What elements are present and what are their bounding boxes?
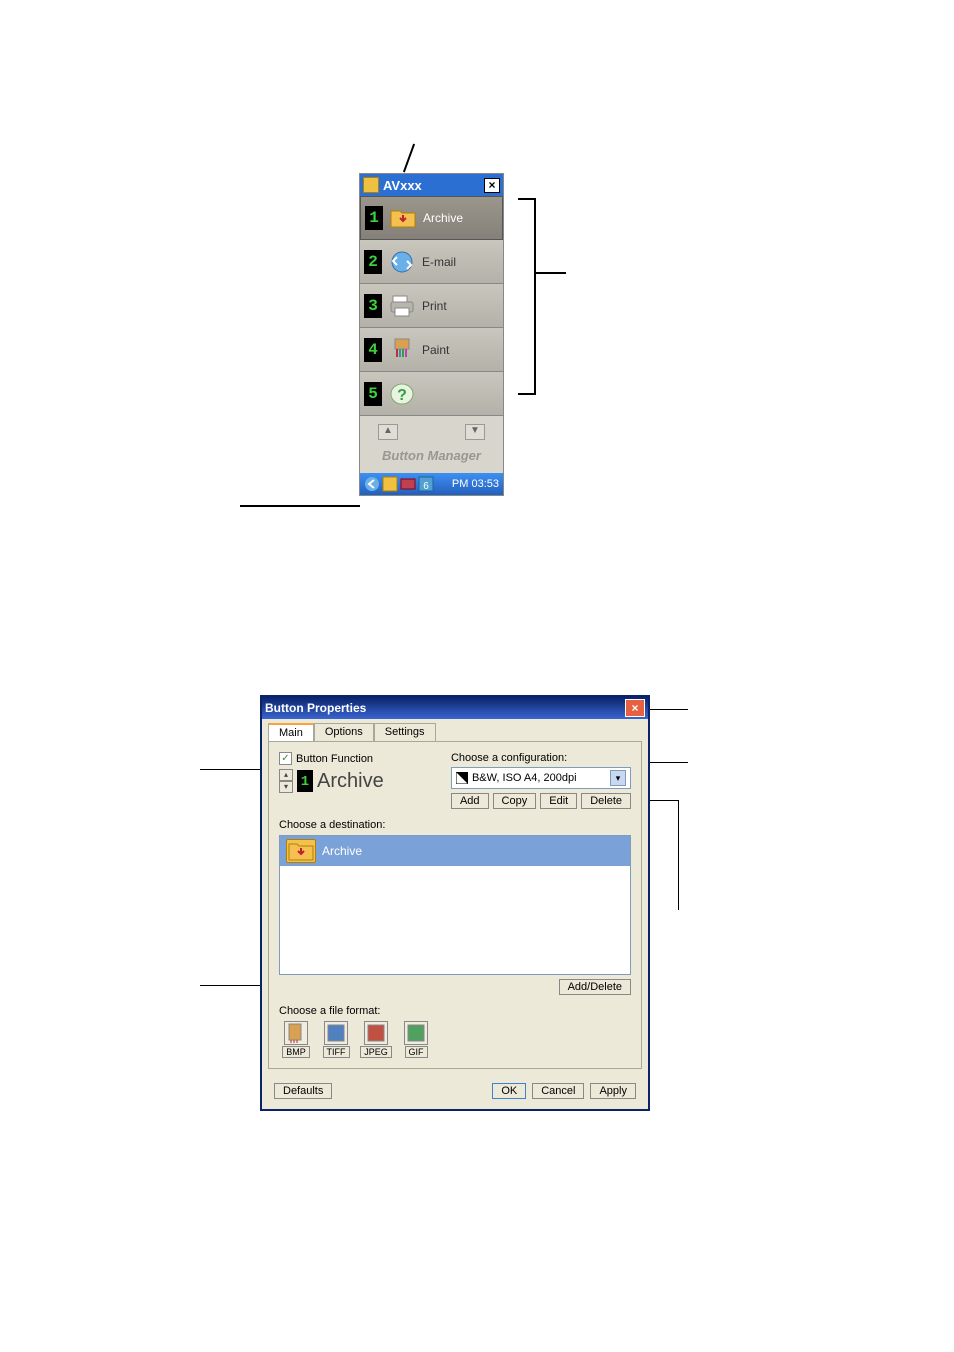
button-manager-label: Button Manager	[368, 448, 495, 463]
jpeg-icon	[364, 1021, 388, 1045]
button-label-print: Print	[422, 299, 447, 313]
format-tiff[interactable]: TIFF	[319, 1021, 353, 1058]
svg-text:?: ?	[397, 387, 407, 404]
button-row-paint[interactable]: 4 Paint	[360, 328, 503, 372]
config-value: B&W, ISO A4, 200dpi	[472, 772, 577, 784]
destination-label: Choose a destination:	[279, 819, 631, 831]
folder-down-icon	[286, 839, 316, 863]
dialog-footer: Defaults OK Cancel Apply	[262, 1075, 648, 1109]
taskbar-icon-4[interactable]: 6	[418, 476, 434, 492]
dropdown-arrow-icon: ▾	[610, 770, 626, 786]
function-number-icon: 1	[297, 770, 313, 792]
copy-button[interactable]: Copy	[493, 793, 537, 809]
button-number-3: 3	[364, 294, 382, 318]
taskbar-icon-1[interactable]	[364, 476, 380, 492]
button-row-print[interactable]: 3 Print	[360, 284, 503, 328]
gif-icon	[404, 1021, 428, 1045]
edit-button[interactable]: Edit	[540, 793, 577, 809]
button-number-5: 5	[364, 382, 382, 406]
bmp-icon	[284, 1021, 308, 1045]
destination-list[interactable]: Archive	[279, 835, 631, 975]
format-jpeg[interactable]: JPEG	[359, 1021, 393, 1058]
folder-down-icon	[389, 204, 417, 232]
destination-item-archive[interactable]: Archive	[280, 836, 630, 866]
svg-text:6: 6	[423, 481, 429, 492]
tab-main[interactable]: Main	[268, 723, 314, 741]
format-gif[interactable]: GIF	[399, 1021, 433, 1058]
tiff-icon	[324, 1021, 348, 1045]
destination-item-label: Archive	[322, 844, 362, 858]
button-properties-dialog: Button Properties × Main Options Setting…	[260, 695, 650, 1111]
printer-icon	[388, 292, 416, 320]
tab-options[interactable]: Options	[314, 723, 374, 741]
taskbar: 6 PM 03:53	[360, 473, 503, 495]
function-name: Archive	[317, 770, 384, 793]
button-function-label: Button Function	[296, 753, 373, 765]
delete-button[interactable]: Delete	[581, 793, 631, 809]
button-number-2: 2	[364, 250, 382, 274]
taskbar-icon-2[interactable]	[382, 476, 398, 492]
close-button[interactable]: ×	[625, 699, 645, 717]
taskbar-icon-3[interactable]	[400, 476, 416, 492]
down-button[interactable]: ▼	[465, 424, 485, 440]
button-number-4: 4	[364, 338, 382, 362]
button-function-checkbox[interactable]: ✓	[279, 752, 292, 765]
mail-icon	[388, 248, 416, 276]
brush-icon	[388, 336, 416, 364]
tab-settings[interactable]: Settings	[374, 723, 436, 741]
panel-titlebar: AVxxx ×	[360, 174, 503, 196]
app-icon	[363, 177, 379, 193]
tab-content: ✓ Button Function ▴ ▾ 1 Archive Choose a…	[268, 741, 642, 1069]
dialog-titlebar: Button Properties ×	[262, 697, 648, 719]
button-row-email[interactable]: 2 E-mail	[360, 240, 503, 284]
add-button[interactable]: Add	[451, 793, 489, 809]
config-dropdown[interactable]: B&W, ISO A4, 200dpi ▾	[451, 767, 631, 789]
up-button[interactable]: ▲	[378, 424, 398, 440]
panel-title: AVxxx	[383, 178, 480, 193]
help-icon: ?	[388, 380, 416, 408]
tabs: Main Options Settings	[262, 719, 648, 741]
ok-button[interactable]: OK	[492, 1083, 526, 1099]
cancel-button[interactable]: Cancel	[532, 1083, 584, 1099]
defaults-button[interactable]: Defaults	[274, 1083, 332, 1099]
button-manager-panel: AVxxx × 1 Archive 2 E-mail 3 Print 4 Pai…	[359, 173, 504, 496]
taskbar-time: PM 03:53	[452, 478, 499, 490]
config-label: Choose a configuration:	[451, 752, 631, 764]
button-row-help[interactable]: 5 ?	[360, 372, 503, 416]
function-spinner[interactable]: ▴ ▾	[279, 769, 293, 793]
format-label: Choose a file format:	[279, 1005, 631, 1017]
close-button[interactable]: ×	[484, 178, 500, 193]
dialog-title: Button Properties	[265, 701, 366, 715]
button-number-1: 1	[365, 206, 383, 230]
bw-icon	[456, 772, 468, 784]
button-row-archive[interactable]: 1 Archive	[360, 196, 503, 240]
format-bmp[interactable]: BMP	[279, 1021, 313, 1058]
add-delete-button[interactable]: Add/Delete	[559, 979, 631, 995]
apply-button[interactable]: Apply	[590, 1083, 636, 1099]
button-label-email: E-mail	[422, 255, 456, 269]
button-label-paint: Paint	[422, 343, 449, 357]
button-label-archive: Archive	[423, 211, 463, 225]
panel-footer: ▲ ▼ Button Manager	[360, 416, 503, 473]
